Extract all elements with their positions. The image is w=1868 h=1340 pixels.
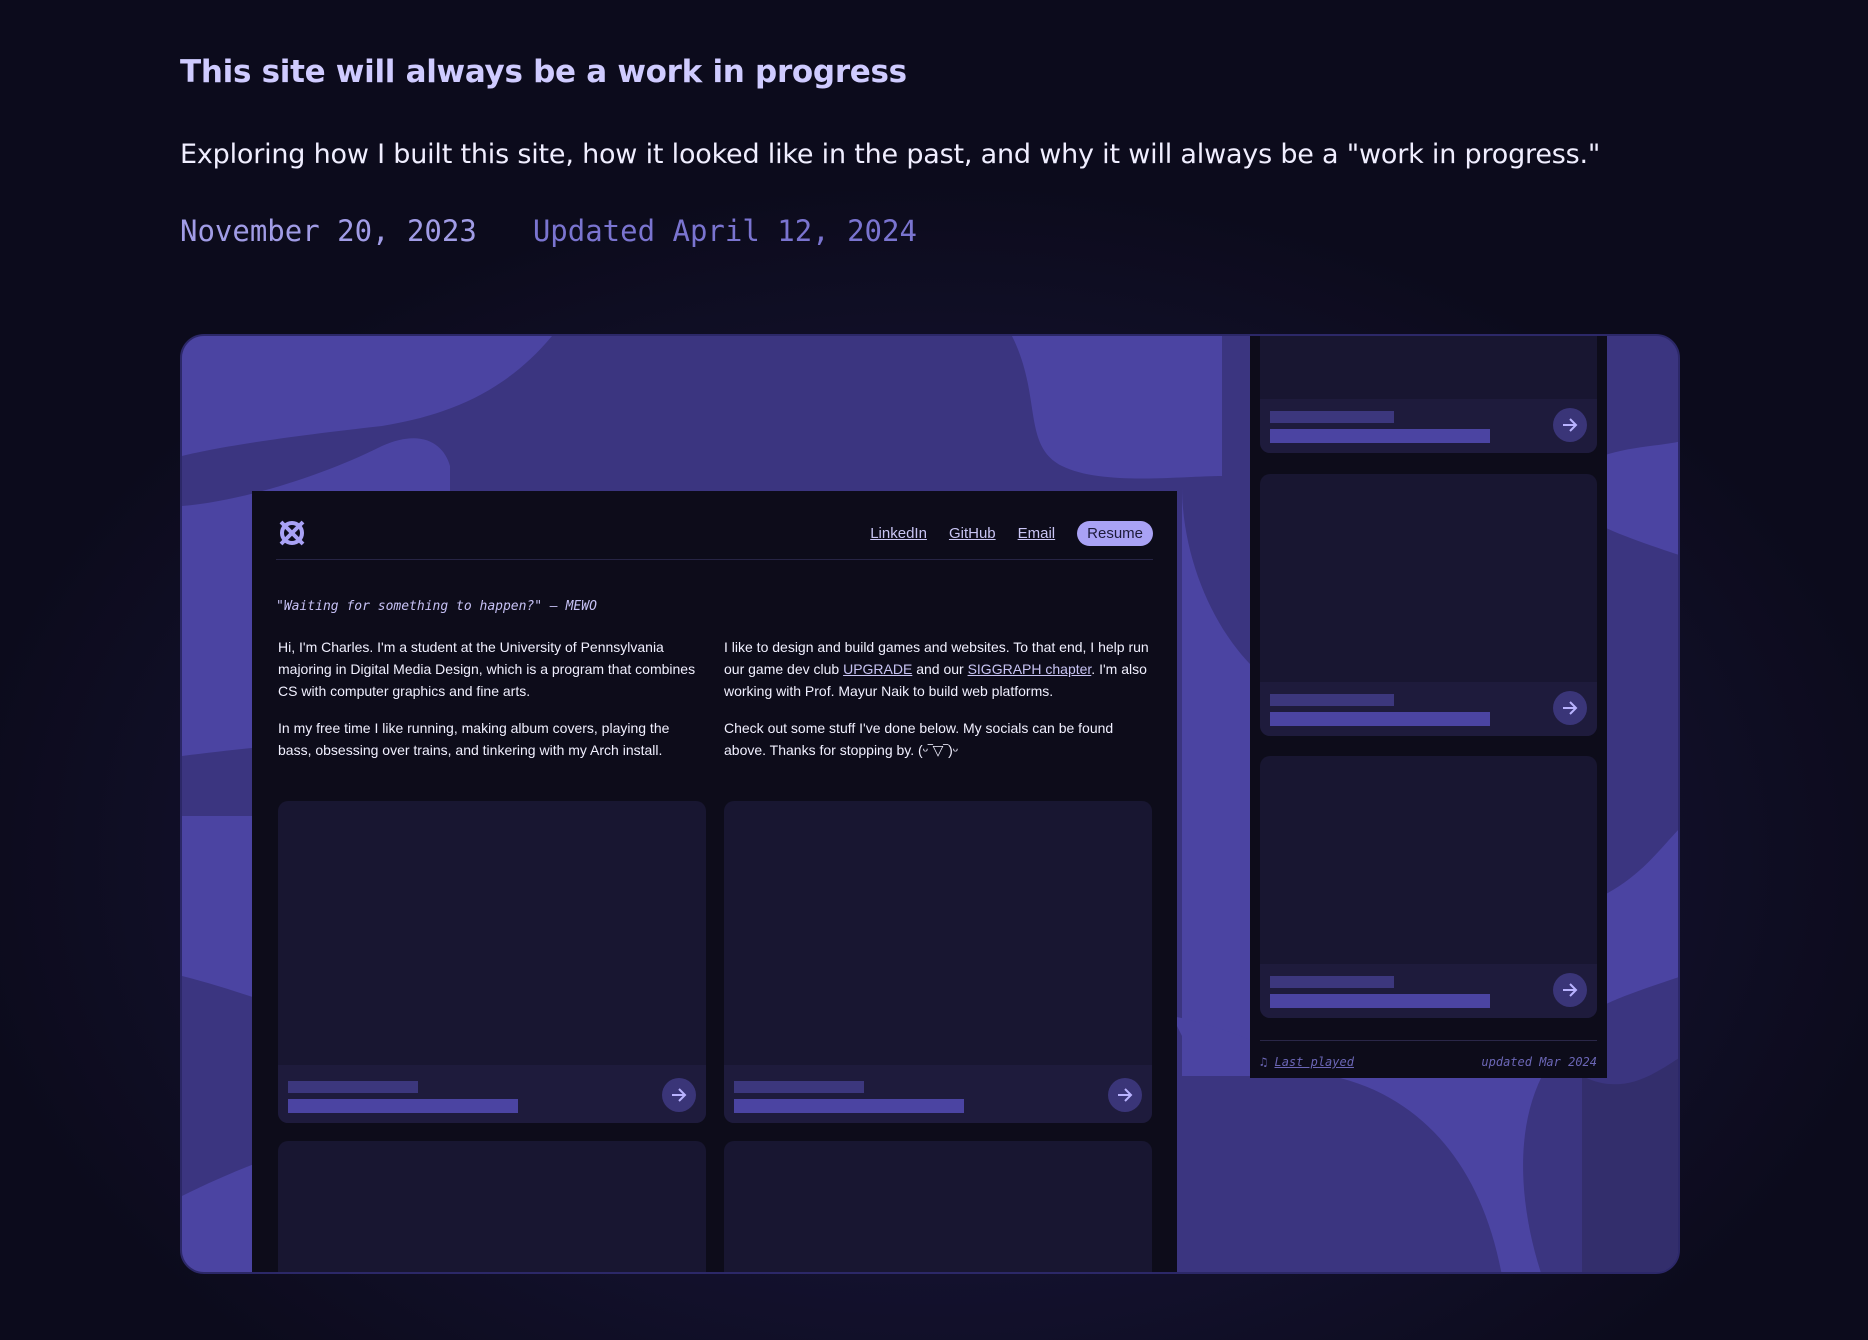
intro-right-text-b: and our [912, 661, 968, 677]
project-card[interactable] [724, 801, 1152, 1123]
card-footer [724, 1065, 1152, 1123]
card-title-placeholder [1270, 976, 1394, 988]
mobile-mockup: ♫ Last played updated Mar 2024 [1250, 336, 1607, 1078]
nav-email-link[interactable]: Email [1018, 525, 1056, 542]
date-published: November 20, 2023 [180, 214, 477, 248]
card-title-placeholder [288, 1081, 418, 1093]
card-title-placeholder [1270, 694, 1394, 706]
updated-label: updated Mar 2024 [1481, 1055, 1597, 1069]
article-subtitle: Exploring how I built this site, how it … [180, 139, 1601, 170]
siggraph-link[interactable]: SIGGRAPH chapter [968, 661, 1092, 677]
arrow-right-icon[interactable] [1108, 1078, 1142, 1112]
upgrade-link[interactable]: UPGRADE [843, 661, 912, 677]
nav-links: LinkedIn GitHub Email Resume [870, 521, 1153, 546]
intro-right-p1: I like to design and build games and web… [724, 636, 1152, 702]
card-desc-placeholder [288, 1099, 518, 1113]
resume-button[interactable]: Resume [1077, 521, 1153, 546]
site-screenshot: LinkedIn GitHub Email Resume "Waiting fo… [180, 334, 1680, 1274]
project-card[interactable] [278, 1141, 706, 1272]
mobile-project-card[interactable] [1260, 756, 1597, 1018]
intro-right-p2: Check out some stuff I've done below. My… [724, 720, 1114, 758]
card-footer [1260, 399, 1597, 453]
card-desc-placeholder [734, 1099, 964, 1113]
nav-linkedin-link[interactable]: LinkedIn [870, 525, 927, 542]
card-desc-placeholder [1270, 712, 1490, 726]
desktop-mockup: LinkedIn GitHub Email Resume "Waiting fo… [252, 491, 1177, 1272]
intro-left-p1: Hi, I'm Charles. I'm a student at the Un… [278, 639, 696, 699]
article-dates: November 20, 2023 Updated April 12, 2024 [180, 214, 917, 248]
mobile-project-card[interactable] [1260, 336, 1597, 453]
arrow-right-icon[interactable] [1553, 691, 1587, 725]
last-played-link[interactable]: Last played [1274, 1055, 1353, 1069]
card-title-placeholder [1270, 411, 1394, 423]
mobile-footer: ♫ Last played updated Mar 2024 [1260, 1040, 1597, 1069]
project-card[interactable] [724, 1141, 1152, 1272]
card-footer [278, 1065, 706, 1123]
card-footer [1260, 682, 1597, 736]
arrow-right-icon[interactable] [662, 1078, 696, 1112]
card-footer [1260, 964, 1597, 1018]
project-card[interactable] [278, 801, 706, 1123]
quote: "Waiting for something to happen?" — MEW… [276, 599, 597, 614]
logo-icon[interactable] [276, 517, 308, 554]
arrow-right-icon[interactable] [1553, 408, 1587, 442]
card-title-placeholder [734, 1081, 864, 1093]
nav-github-link[interactable]: GitHub [949, 525, 996, 542]
date-updated: Updated April 12, 2024 [532, 214, 917, 248]
card-desc-placeholder [1270, 994, 1490, 1008]
intro-left-p2: In my free time I like running, making a… [278, 720, 670, 758]
card-desc-placeholder [1270, 429, 1490, 443]
article-title: This site will always be a work in progr… [180, 54, 907, 90]
arrow-right-icon[interactable] [1553, 973, 1587, 1007]
mockup-navbar: LinkedIn GitHub Email Resume [276, 513, 1153, 560]
mobile-project-card[interactable] [1260, 474, 1597, 736]
music-note-icon: ♫ [1260, 1055, 1268, 1069]
